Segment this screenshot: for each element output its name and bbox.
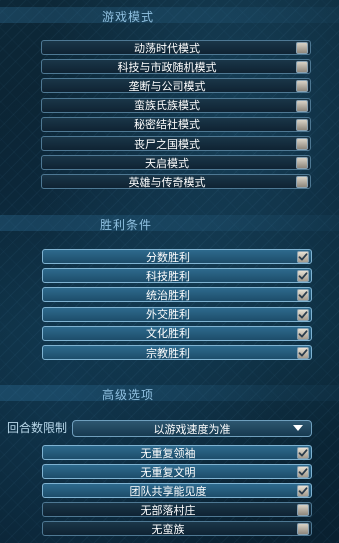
victory-condition-row[interactable]: 统治胜利 (42, 287, 312, 303)
game-mode-label: 秘密结社模式 (134, 118, 200, 132)
victory-condition-label: 统治胜利 (146, 288, 190, 302)
game-mode-row[interactable]: 英雄与传奇模式 (41, 174, 311, 190)
advanced-option-row[interactable]: 无蛮族 (42, 521, 312, 536)
chevron-down-icon (293, 425, 303, 431)
section-title: 高级选项 (102, 388, 155, 402)
advanced-option-label: 无重复文明 (140, 465, 196, 479)
game-mode-row[interactable]: 动荡时代模式 (41, 40, 311, 55)
section-title: 游戏模式 (102, 10, 155, 24)
section-title: 胜利条件 (100, 218, 153, 232)
game-mode-row[interactable]: 秘密结社模式 (41, 116, 311, 132)
section-header-band (0, 7, 339, 23)
advanced-option-label: 无蛮族 (151, 522, 185, 536)
advanced-option-row[interactable]: 无重复领袖 (42, 445, 312, 460)
advanced-option-row[interactable]: 无部落村庄 (42, 502, 312, 517)
game-mode-row[interactable]: 蛮族氏族模式 (41, 97, 311, 113)
advanced-option-label: 无重复领袖 (140, 446, 196, 460)
game-mode-row[interactable]: 垄断与公司模式 (41, 78, 311, 94)
game-mode-label: 垄断与公司模式 (128, 79, 206, 93)
checkbox-checked-icon[interactable] (297, 308, 309, 321)
game-mode-label: 科技与市政随机模式 (117, 60, 217, 74)
checkbox-checked-icon[interactable] (297, 327, 309, 340)
advanced-option-label: 无部落村庄 (140, 503, 196, 517)
section-header-band (0, 385, 339, 401)
victory-condition-label: 宗教胜利 (146, 346, 190, 360)
game-mode-row[interactable]: 天启模式 (41, 155, 311, 171)
victory-condition-label: 科技胜利 (146, 269, 190, 283)
victory-condition-row[interactable]: 分数胜利 (42, 249, 312, 264)
victory-condition-row[interactable]: 文化胜利 (42, 325, 312, 341)
victory-condition-label: 外交胜利 (146, 308, 190, 322)
victory-condition-row[interactable]: 科技胜利 (42, 268, 312, 284)
checkbox-icon[interactable] (296, 99, 308, 112)
checkbox-checked-icon[interactable] (297, 289, 309, 302)
checkbox-icon[interactable] (296, 157, 308, 170)
checkbox-icon[interactable] (296, 138, 308, 150)
advanced-option-label: 团队共享能见度 (129, 484, 207, 498)
checkbox-checked-icon[interactable] (297, 466, 309, 478)
checkbox-checked-icon[interactable] (297, 251, 309, 263)
game-mode-label: 天启模式 (145, 156, 189, 170)
turn-limit-value: 以游戏速度为准 (153, 422, 231, 436)
checkbox-icon[interactable] (297, 504, 309, 516)
victory-condition-row[interactable]: 外交胜利 (42, 306, 312, 322)
game-mode-row[interactable]: 丧尸之国模式 (41, 136, 311, 151)
victory-condition-label: 文化胜利 (146, 327, 190, 341)
turn-limit-dropdown[interactable]: 以游戏速度为准 (72, 420, 312, 437)
checkbox-icon[interactable] (296, 118, 308, 131)
advanced-option-row[interactable]: 无重复文明 (42, 464, 312, 479)
game-mode-row[interactable]: 科技与市政随机模式 (41, 59, 311, 75)
section-header-band (0, 215, 339, 231)
game-mode-label: 蛮族氏族模式 (134, 99, 200, 113)
victory-condition-label: 分数胜利 (146, 250, 190, 264)
advanced-option-row[interactable]: 团队共享能见度 (42, 483, 312, 498)
checkbox-checked-icon[interactable] (297, 347, 309, 359)
checkbox-icon[interactable] (296, 42, 308, 54)
checkbox-icon[interactable] (296, 176, 308, 189)
checkbox-icon[interactable] (296, 61, 308, 74)
game-mode-label: 动荡时代模式 (134, 41, 200, 55)
game-mode-label: 丧尸之国模式 (134, 137, 200, 151)
checkbox-icon[interactable] (297, 523, 309, 535)
checkbox-checked-icon[interactable] (297, 485, 309, 497)
checkbox-checked-icon[interactable] (297, 270, 309, 283)
game-mode-label: 英雄与传奇模式 (128, 175, 206, 189)
turn-limit-label: 回合数限制 (7, 421, 68, 435)
victory-condition-row[interactable]: 宗教胜利 (42, 345, 312, 360)
checkbox-icon[interactable] (296, 80, 308, 93)
checkbox-checked-icon[interactable] (297, 447, 309, 459)
